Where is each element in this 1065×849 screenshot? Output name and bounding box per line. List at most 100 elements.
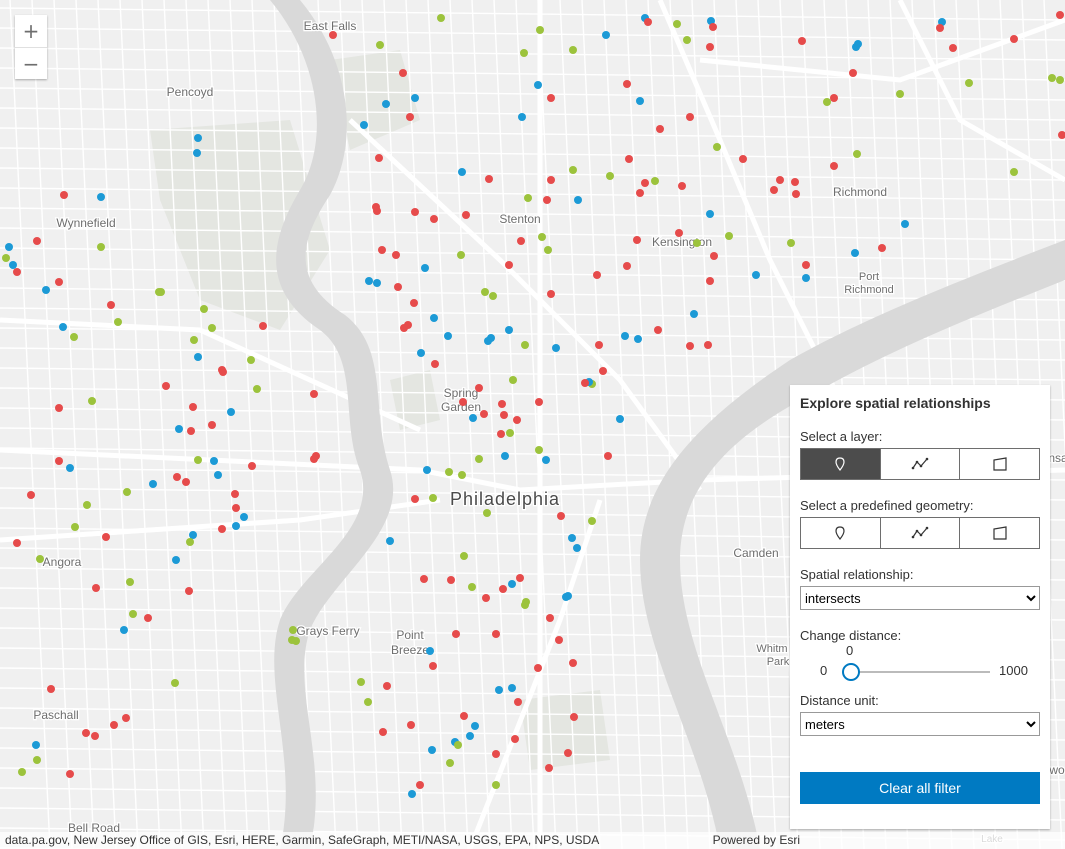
- red-point[interactable]: [949, 44, 957, 52]
- blue-point[interactable]: [120, 626, 128, 634]
- green-point[interactable]: [725, 232, 733, 240]
- green-point[interactable]: [524, 194, 532, 202]
- green-point[interactable]: [509, 376, 517, 384]
- blue-point[interactable]: [417, 349, 425, 357]
- red-point[interactable]: [399, 69, 407, 77]
- blue-point[interactable]: [574, 196, 582, 204]
- blue-point[interactable]: [495, 686, 503, 694]
- blue-point[interactable]: [542, 456, 550, 464]
- green-point[interactable]: [97, 243, 105, 251]
- red-point[interactable]: [232, 504, 240, 512]
- green-point[interactable]: [194, 456, 202, 464]
- green-point[interactable]: [606, 172, 614, 180]
- blue-point[interactable]: [411, 94, 419, 102]
- red-point[interactable]: [776, 176, 784, 184]
- red-point[interactable]: [791, 178, 799, 186]
- red-point[interactable]: [13, 268, 21, 276]
- red-point[interactable]: [66, 770, 74, 778]
- red-point[interactable]: [173, 473, 181, 481]
- red-point[interactable]: [92, 584, 100, 592]
- red-point[interactable]: [379, 728, 387, 736]
- blue-point[interactable]: [5, 243, 13, 251]
- red-point[interactable]: [144, 614, 152, 622]
- blue-point[interactable]: [189, 531, 197, 539]
- green-point[interactable]: [673, 20, 681, 28]
- geometry-polygon-button[interactable]: [960, 518, 1040, 548]
- red-point[interactable]: [599, 367, 607, 375]
- red-point[interactable]: [555, 636, 563, 644]
- green-point[interactable]: [588, 517, 596, 525]
- red-point[interactable]: [644, 18, 652, 26]
- red-point[interactable]: [55, 457, 63, 465]
- green-point[interactable]: [1048, 74, 1056, 82]
- blue-point[interactable]: [851, 249, 859, 257]
- relationship-select[interactable]: intersects: [800, 586, 1040, 610]
- red-point[interactable]: [547, 176, 555, 184]
- green-point[interactable]: [693, 239, 701, 247]
- blue-point[interactable]: [386, 537, 394, 545]
- red-point[interactable]: [505, 261, 513, 269]
- green-point[interactable]: [520, 49, 528, 57]
- blue-point[interactable]: [621, 332, 629, 340]
- blue-point[interactable]: [232, 522, 240, 530]
- red-point[interactable]: [447, 576, 455, 584]
- red-point[interactable]: [375, 154, 383, 162]
- blue-point[interactable]: [573, 544, 581, 552]
- red-point[interactable]: [392, 251, 400, 259]
- red-point[interactable]: [33, 237, 41, 245]
- geometry-polyline-button[interactable]: [880, 518, 961, 548]
- red-point[interactable]: [189, 403, 197, 411]
- red-point[interactable]: [581, 379, 589, 387]
- blue-point[interactable]: [706, 210, 714, 218]
- red-point[interactable]: [185, 587, 193, 595]
- red-point[interactable]: [231, 490, 239, 498]
- red-point[interactable]: [675, 229, 683, 237]
- blue-point[interactable]: [59, 323, 67, 331]
- red-point[interactable]: [513, 416, 521, 424]
- green-point[interactable]: [2, 254, 10, 262]
- red-point[interactable]: [373, 207, 381, 215]
- blue-point[interactable]: [373, 279, 381, 287]
- green-point[interactable]: [569, 166, 577, 174]
- green-point[interactable]: [458, 471, 466, 479]
- blue-point[interactable]: [458, 168, 466, 176]
- blue-point[interactable]: [802, 274, 810, 282]
- blue-point[interactable]: [194, 353, 202, 361]
- red-point[interactable]: [482, 594, 490, 602]
- red-point[interactable]: [485, 175, 493, 183]
- green-point[interactable]: [289, 626, 297, 634]
- green-point[interactable]: [535, 446, 543, 454]
- red-point[interactable]: [625, 155, 633, 163]
- red-point[interactable]: [636, 189, 644, 197]
- red-point[interactable]: [593, 271, 601, 279]
- green-point[interactable]: [492, 781, 500, 789]
- blue-point[interactable]: [508, 580, 516, 588]
- red-point[interactable]: [407, 721, 415, 729]
- green-point[interactable]: [538, 233, 546, 241]
- green-point[interactable]: [437, 14, 445, 22]
- red-point[interactable]: [1056, 11, 1064, 19]
- layer-point-button[interactable]: [801, 449, 881, 479]
- green-point[interactable]: [429, 494, 437, 502]
- blue-point[interactable]: [568, 534, 576, 542]
- green-point[interactable]: [457, 251, 465, 259]
- green-point[interactable]: [544, 246, 552, 254]
- layer-polyline-button[interactable]: [880, 449, 961, 479]
- blue-point[interactable]: [636, 97, 644, 105]
- red-point[interactable]: [411, 208, 419, 216]
- red-point[interactable]: [475, 384, 483, 392]
- red-point[interactable]: [499, 585, 507, 593]
- red-point[interactable]: [107, 301, 115, 309]
- green-point[interactable]: [18, 768, 26, 776]
- blue-point[interactable]: [194, 134, 202, 142]
- red-point[interactable]: [122, 714, 130, 722]
- green-point[interactable]: [157, 288, 165, 296]
- blue-point[interactable]: [690, 310, 698, 318]
- slider-thumb[interactable]: [842, 663, 860, 681]
- red-point[interactable]: [686, 342, 694, 350]
- red-point[interactable]: [830, 94, 838, 102]
- blue-point[interactable]: [42, 286, 50, 294]
- red-point[interactable]: [27, 491, 35, 499]
- red-point[interactable]: [452, 630, 460, 638]
- blue-point[interactable]: [552, 344, 560, 352]
